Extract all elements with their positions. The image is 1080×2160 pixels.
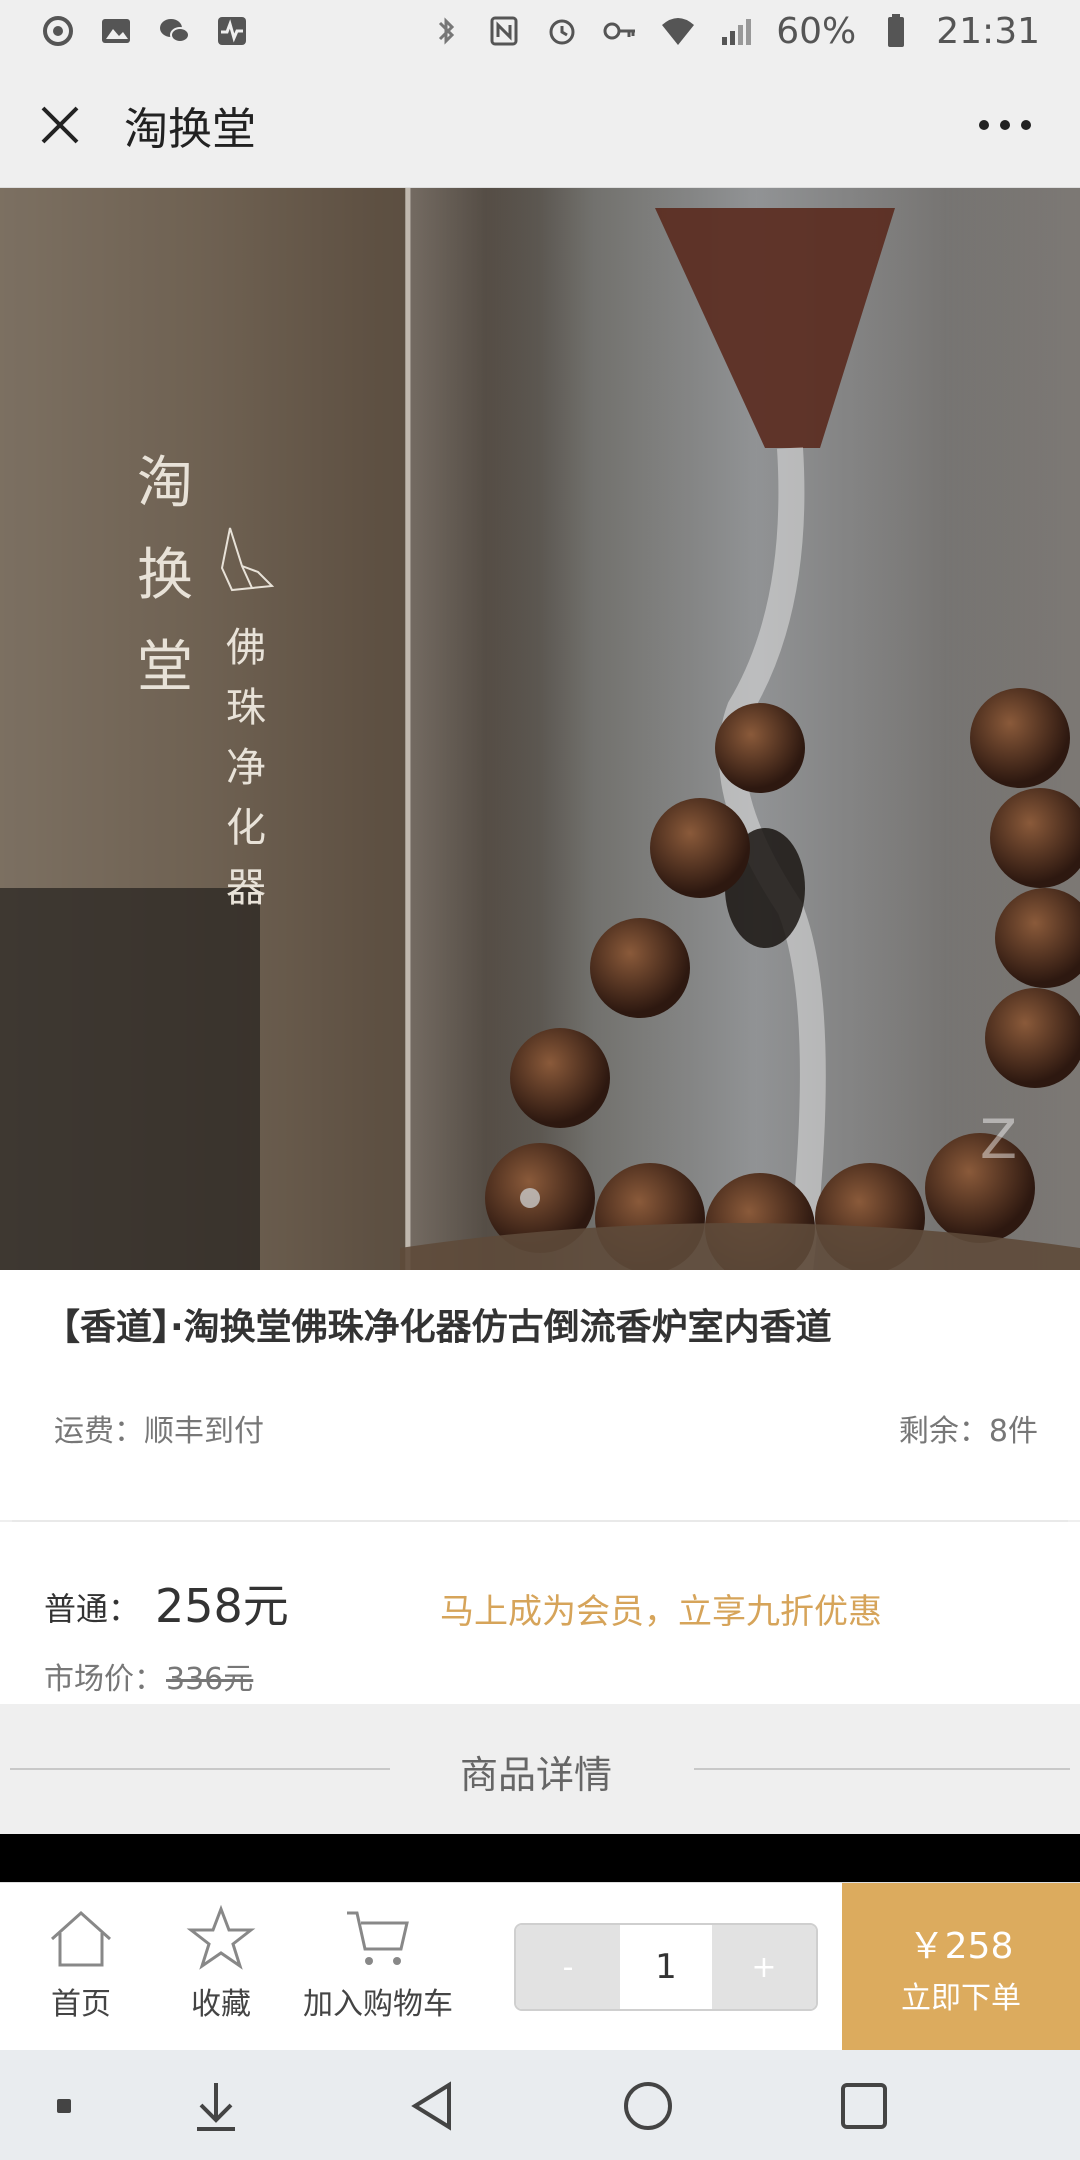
key-icon [603, 22, 636, 40]
close-icon [41, 106, 79, 143]
app-header: 淘换堂 [0, 62, 1080, 188]
battery-icon [888, 14, 905, 47]
hero-illustration [0, 188, 1080, 1270]
details-title: 商品详情 [460, 1753, 613, 1797]
back-button[interactable] [400, 2074, 464, 2138]
buy-label: 立即下单 [901, 1981, 1021, 2016]
quantity-decrease-button[interactable]: - [516, 1925, 620, 2009]
download-icon [197, 2083, 235, 2131]
price-value: 258元 [155, 1579, 289, 1633]
product-title: 【香道】·淘换堂佛珠净化器仿古倒流香炉室内香道 [44, 1307, 832, 1348]
market-price-value: 336元 [166, 1662, 254, 1697]
home-nav-button[interactable] [616, 2074, 680, 2138]
product-image-carousel[interactable]: 淘换堂 佛珠净化器 Z [0, 188, 1080, 1270]
nav-dot-button[interactable] [32, 2074, 96, 2138]
hero-product-text: 佛珠净化器 [226, 625, 266, 911]
more-button[interactable] [970, 92, 1040, 158]
system-navigation-bar [0, 2050, 1080, 2160]
back-icon [411, 2081, 451, 2131]
favorite-label: 收藏 [191, 1987, 251, 2022]
shipping-info: 运费：顺丰到付 [54, 1414, 264, 1449]
home-label: 首页 [51, 1987, 111, 2022]
alarm-icon [549, 19, 575, 45]
netease-icon [43, 16, 73, 46]
close-button[interactable] [20, 85, 100, 165]
quantity-stepper: - 1 + [514, 1923, 818, 2011]
add-to-cart-label: 加入购物车 [303, 1987, 453, 2022]
price-label: 普通： [44, 1590, 141, 1628]
quantity-value[interactable]: 1 [620, 1925, 712, 2009]
status-bar: 60% 21:31 [0, 0, 1080, 62]
status-left [40, 13, 250, 49]
product-info: 【香道】·淘换堂佛珠净化器仿古倒流香炉室内香道 运费：顺丰到付 剩余：8件 [0, 1270, 1080, 1522]
recents-button[interactable] [832, 2074, 896, 2138]
star-icon [186, 1904, 256, 1970]
details-section-header: 商品详情 [0, 1704, 1080, 1834]
member-promo-link[interactable]: 马上成为会员，立享九折优惠 [440, 1584, 882, 1633]
signal-icon [722, 19, 752, 45]
buy-now-button[interactable]: ￥258 立即下单 [842, 1883, 1080, 2051]
circle-home-icon [624, 2082, 672, 2130]
quantity-increase-button[interactable]: + [712, 1925, 816, 2009]
details-content-start [0, 1834, 1080, 1882]
cart-icon [347, 1911, 409, 1965]
status-right: 60% 21:31 [428, 11, 1040, 52]
battery-percent: 60% [776, 10, 857, 52]
home-button[interactable]: 首页 [46, 1903, 116, 2023]
gallery-icon [102, 19, 130, 43]
carousel-indicator[interactable] [520, 1188, 540, 1208]
dot-icon [57, 2099, 71, 2113]
more-icon [979, 120, 1031, 130]
hero-brand-text: 淘换堂 [137, 451, 193, 700]
divider [10, 1768, 390, 1770]
divider [694, 1768, 1070, 1770]
wifi-icon [662, 18, 695, 45]
bottom-action-bar: 首页 收藏 加入购物车 - 1 + ￥258 立即下单 [0, 1882, 1080, 2051]
buy-price: ￥258 [908, 1926, 1014, 1967]
watermark-text: Z [980, 1108, 1017, 1171]
home-icon [50, 1910, 112, 1967]
nav-download-button[interactable] [184, 2074, 248, 2138]
add-to-cart-button[interactable]: 加入购物车 [298, 1903, 458, 2023]
favorite-button[interactable]: 收藏 [186, 1903, 256, 2023]
bluetooth-icon [439, 17, 455, 45]
activity-icon [218, 17, 246, 45]
price-section: 普通： 258元 马上成为会员，立享九折优惠 市场价： 336元 [0, 1522, 1080, 1704]
wechat-icon [160, 19, 190, 43]
nfc-icon [490, 16, 518, 46]
clock: 21:31 [936, 10, 1040, 52]
stock-info: 剩余：8件 [898, 1414, 1038, 1449]
page-title: 淘换堂 [124, 103, 256, 155]
market-price-label: 市场价： [44, 1662, 164, 1697]
square-recents-icon [841, 2083, 887, 2129]
